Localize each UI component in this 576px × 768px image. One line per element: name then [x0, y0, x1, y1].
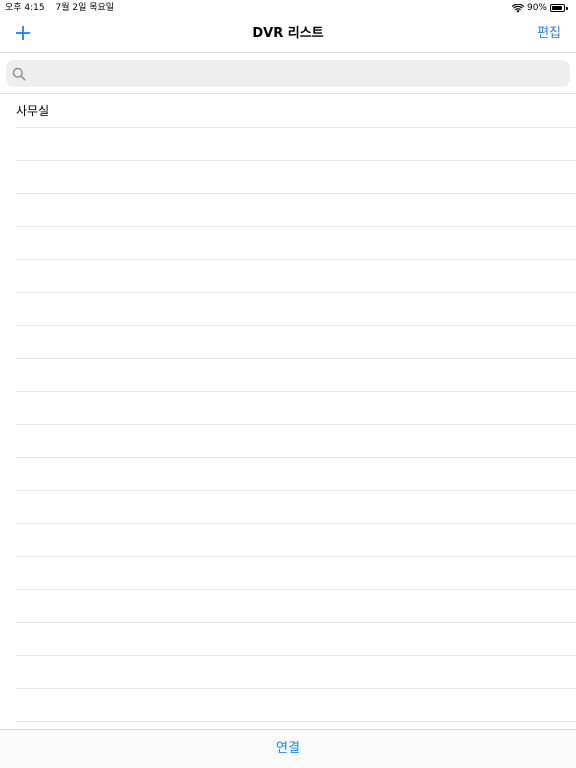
- list-item[interactable]: 사무실: [0, 95, 576, 128]
- list-item[interactable]: [0, 293, 576, 326]
- status-bar: 오후 4:15 7월 2일 목요일 90%: [0, 0, 576, 16]
- list-item-label: 사무실: [16, 104, 50, 118]
- list-item[interactable]: [0, 128, 576, 161]
- status-left: 오후 4:15 7월 2일 목요일: [5, 0, 114, 16]
- list-item[interactable]: [0, 689, 576, 722]
- search-field[interactable]: [6, 60, 570, 87]
- list-item[interactable]: [0, 161, 576, 194]
- list-item[interactable]: [0, 458, 576, 491]
- connect-button[interactable]: 연결: [0, 730, 576, 768]
- status-right: 90%: [511, 0, 568, 16]
- search-input[interactable]: [31, 60, 570, 87]
- list-item[interactable]: [0, 227, 576, 260]
- list-item[interactable]: [0, 557, 576, 590]
- status-time: 오후 4:15: [5, 3, 45, 13]
- bottom-toolbar: 연결: [0, 729, 576, 768]
- search-icon: [12, 67, 26, 81]
- list-item[interactable]: [0, 392, 576, 425]
- edit-button[interactable]: 편집: [537, 16, 561, 52]
- dvr-list: 사무실: [0, 95, 576, 755]
- navigation-bar: DVR 리스트 편집: [0, 16, 576, 53]
- battery-icon: [550, 4, 568, 13]
- battery-percent: 90%: [526, 3, 547, 13]
- list-item[interactable]: [0, 326, 576, 359]
- battery-fill: [552, 6, 562, 10]
- list-item[interactable]: [0, 194, 576, 227]
- list-item[interactable]: [0, 524, 576, 557]
- list-item[interactable]: [0, 359, 576, 392]
- list-item[interactable]: [0, 656, 576, 689]
- list-item[interactable]: [0, 623, 576, 656]
- battery-body: [550, 4, 565, 12]
- list-item[interactable]: [0, 491, 576, 524]
- status-date: 7월 2일 목요일: [55, 3, 115, 13]
- wifi-icon: [511, 3, 524, 13]
- list-item[interactable]: [0, 260, 576, 293]
- search-bar: [0, 54, 576, 94]
- list-item[interactable]: [0, 425, 576, 458]
- page-title: DVR 리스트: [252, 26, 324, 41]
- list-item[interactable]: [0, 590, 576, 623]
- battery-tip: [566, 6, 568, 10]
